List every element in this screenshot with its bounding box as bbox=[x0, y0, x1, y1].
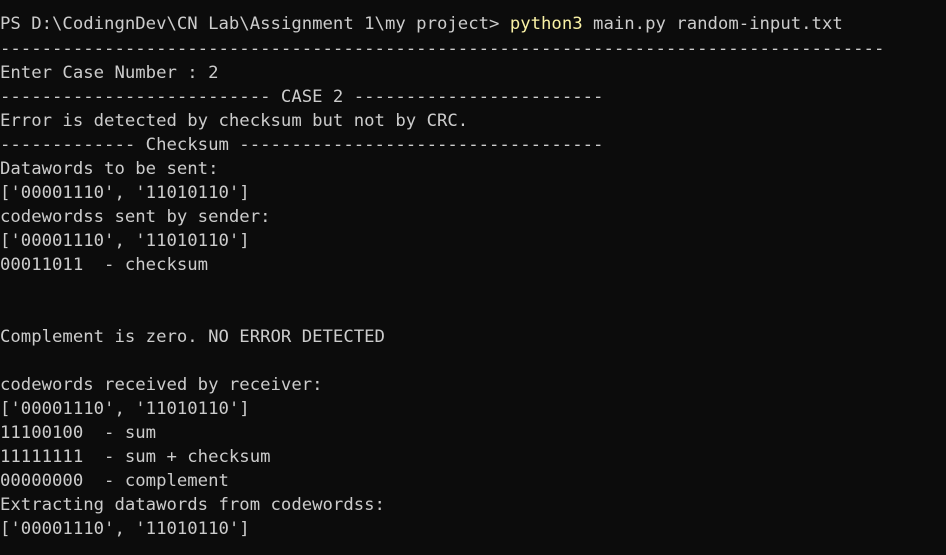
codewords-sent-label-line: codewordss sent by sender: bbox=[0, 207, 271, 227]
complement-result-line: Complement is zero. NO ERROR DETECTED bbox=[0, 327, 385, 347]
sum-value-line: 11100100 - sum bbox=[0, 423, 157, 443]
case-header-line: -------------------------- CASE 2 ------… bbox=[0, 87, 604, 107]
codewords-received-label-line: codewords received by receiver: bbox=[0, 375, 323, 395]
datawords-value-line: ['00001110', '11010110'] bbox=[0, 183, 250, 203]
separator-line: ----------------------------------------… bbox=[0, 39, 885, 59]
complement-value-line: 00000000 - complement bbox=[0, 471, 229, 491]
command-arguments: main.py random-input.txt bbox=[582, 14, 843, 34]
command-name: python3 bbox=[509, 14, 583, 34]
command-line: PS D:\CodingnDev\CN Lab\Assignment 1\my … bbox=[0, 12, 843, 36]
datawords-label-line: Datawords to be sent: bbox=[0, 159, 219, 179]
sum-plus-checksum-line: 11111111 - sum + checksum bbox=[0, 447, 271, 467]
case-number-prompt: Enter Case Number : 2 bbox=[0, 63, 219, 83]
extracting-label-line: Extracting datawords from codewordss: bbox=[0, 495, 385, 515]
shell-prompt: PS D:\CodingnDev\CN Lab\Assignment 1\my … bbox=[0, 14, 510, 34]
extracted-datawords-line: ['00001110', '11010110'] bbox=[0, 519, 250, 539]
case-description-line: Error is detected by checksum but not by… bbox=[0, 111, 469, 131]
codewords-received-value-line: ['00001110', '11010110'] bbox=[0, 399, 250, 419]
checksum-header-line: ------------- Checksum -----------------… bbox=[0, 135, 604, 155]
terminal-window[interactable]: PS D:\CodingnDev\CN Lab\Assignment 1\my … bbox=[0, 0, 946, 555]
codewords-sent-value-line: ['00001110', '11010110'] bbox=[0, 231, 250, 251]
checksum-value-line: 00011011 - checksum bbox=[0, 255, 209, 275]
